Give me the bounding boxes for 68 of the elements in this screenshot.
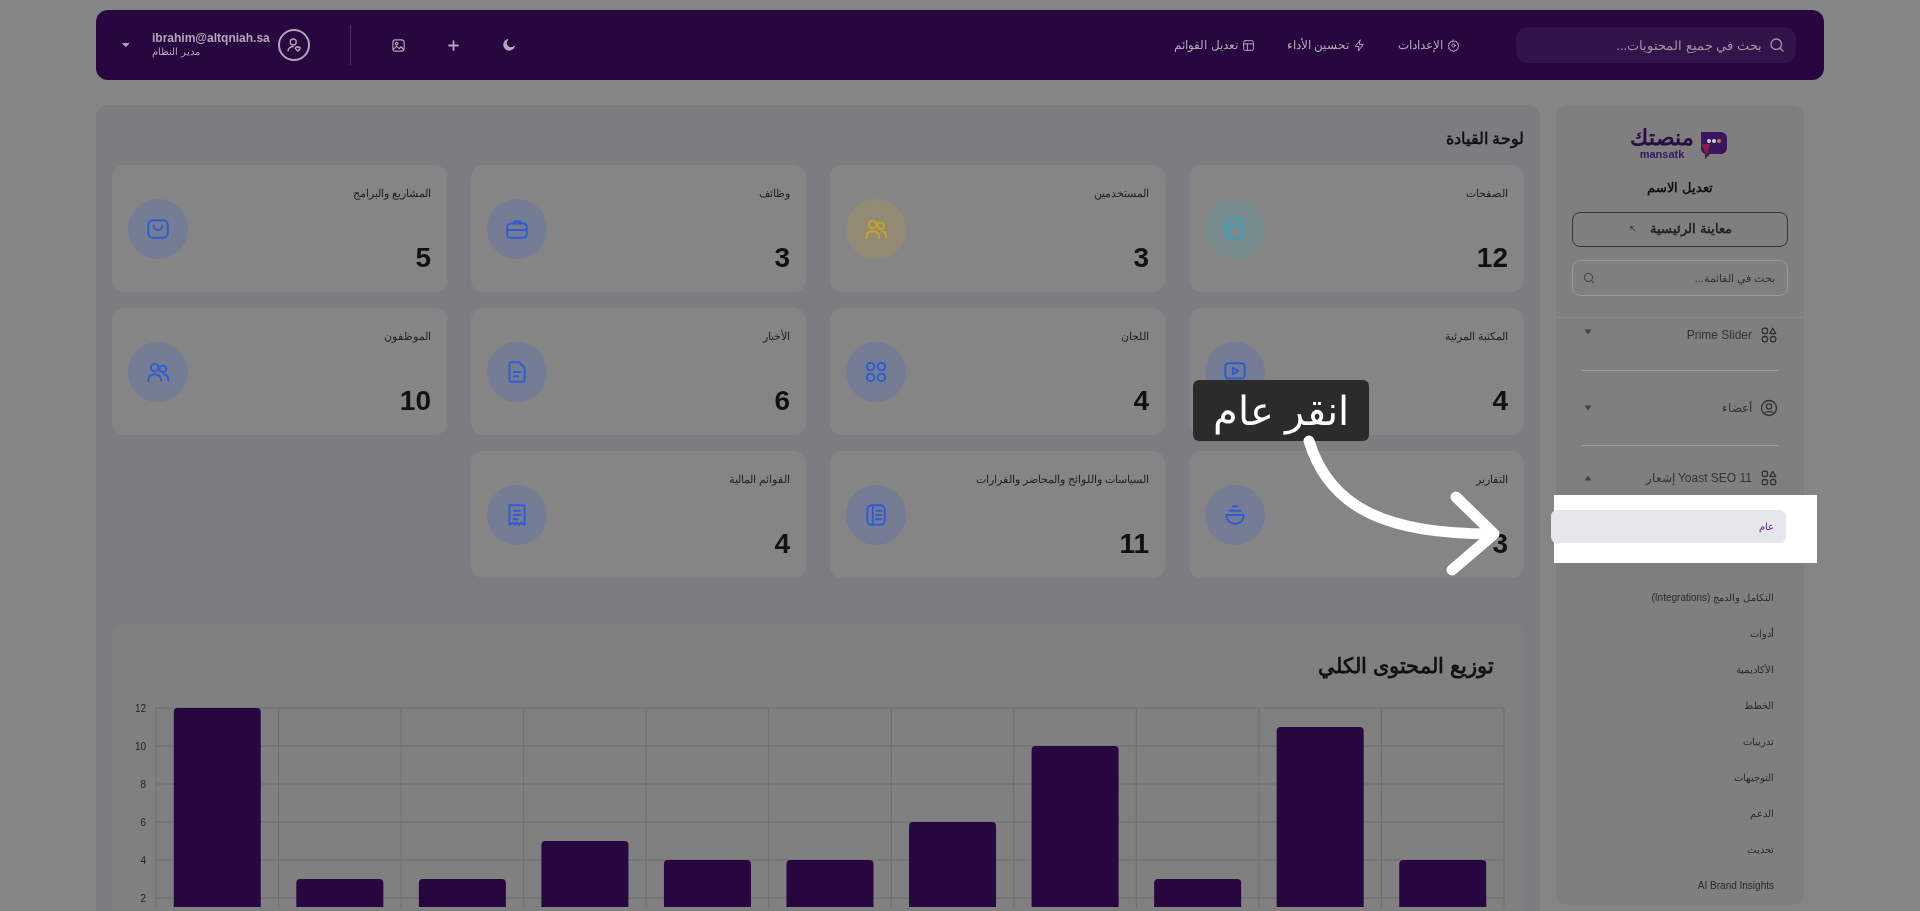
submenu-item[interactable]: تدريبات (1582, 723, 1778, 760)
search-icon (1582, 270, 1596, 285)
logo-text: mansatk (1639, 149, 1685, 160)
card-value: 11 (1118, 530, 1149, 558)
axis-tick-label: 2 (140, 892, 146, 904)
card-value: 6 (773, 387, 790, 415)
shapes-icon (1760, 325, 1778, 344)
menu-item[interactable]: أعضاء (1722, 398, 1752, 417)
card-label: اللجان (1121, 329, 1149, 344)
gear-icon (1447, 38, 1460, 52)
axis-tick-label: 12 (134, 702, 146, 714)
user-icon (284, 36, 303, 54)
submenu-item[interactable]: عام (1551, 509, 1786, 543)
card-value: 4 (773, 530, 790, 558)
layout-icon (1241, 38, 1255, 52)
card-label: وظائف (759, 186, 790, 202)
chart-title: توزيع المحتوى الكلي (1317, 653, 1494, 681)
nav-link[interactable]: تحسين الأداء (1286, 36, 1366, 54)
card-label: الموظفون (384, 329, 431, 345)
card-label: الصفحات (1466, 186, 1508, 201)
card-value: 12 (1475, 244, 1508, 272)
avatar[interactable] (277, 29, 310, 61)
search-field[interactable]: بحث في القائمة... (1572, 259, 1788, 296)
axis-tick-label: 4 (140, 854, 146, 866)
submenu-item[interactable]: الخطط (1582, 687, 1778, 724)
arrow-icon (1628, 224, 1639, 234)
card-label: الأخبار (763, 328, 790, 345)
menu-item[interactable]: Yoast SEO 11 إشعار (1645, 468, 1752, 487)
search-field[interactable]: بحث في جميع المحتويات... (1516, 27, 1796, 63)
nav-link[interactable]: الإعدادات (1398, 36, 1460, 54)
user-role: مدير النظام (152, 46, 200, 59)
logo-text: منصتك (1630, 127, 1694, 149)
search-icon (1768, 36, 1786, 54)
card-value: 5 (414, 244, 431, 272)
axis-tick-label: 10 (134, 740, 146, 752)
card-value: 4 (1132, 387, 1149, 415)
card-label: المكتبة المرئية (1444, 329, 1508, 345)
card-label: المستخدمين (1094, 186, 1149, 202)
submenu-item[interactable]: الأكاديمية (1582, 651, 1778, 688)
card-label: التقارير (1476, 472, 1508, 488)
site-name: تعديل الاسم (1646, 179, 1714, 198)
submenu-item[interactable]: الدعم (1582, 795, 1778, 832)
card-label: المشاريع والبرامج (352, 186, 431, 202)
image-icon (390, 37, 406, 53)
plus-icon (445, 37, 461, 53)
moon-icon (500, 37, 517, 53)
submenu-item[interactable]: AI Brand Insights (1582, 867, 1778, 904)
card-value: 3 (773, 244, 790, 272)
card-value: 10 (398, 387, 431, 415)
tooltip: انقر عام (1193, 380, 1370, 441)
user-email: ibrahim@altqniah.sa (152, 31, 270, 47)
submenu-item[interactable]: التوجيهات (1582, 759, 1778, 796)
user-icon (1760, 398, 1778, 417)
nav-link[interactable]: تعديل القوائم (1174, 36, 1255, 54)
menu-item[interactable]: Prime Slider (1686, 325, 1752, 344)
axis-tick-label: 8 (140, 778, 146, 790)
submenu-item[interactable]: التكامل والدمج (Integrations) (1582, 579, 1778, 616)
card-label: القوائم المالية (728, 472, 790, 488)
card-value: 4 (1491, 387, 1508, 415)
card-label: السياسات واللوائح والمحاضر والقرارات (975, 472, 1149, 488)
preview-button[interactable]: معاينة الرئيسية (1572, 211, 1788, 247)
shapes-icon (1760, 468, 1778, 487)
submenu-item[interactable]: أدوات (1582, 615, 1778, 652)
lightning-icon (1353, 38, 1366, 52)
page-title: لوحة القيادة (1444, 129, 1524, 151)
axis-tick-label: 6 (140, 816, 146, 828)
card-value: 3 (1132, 244, 1149, 272)
submenu-item[interactable]: تحديث (1582, 831, 1778, 868)
